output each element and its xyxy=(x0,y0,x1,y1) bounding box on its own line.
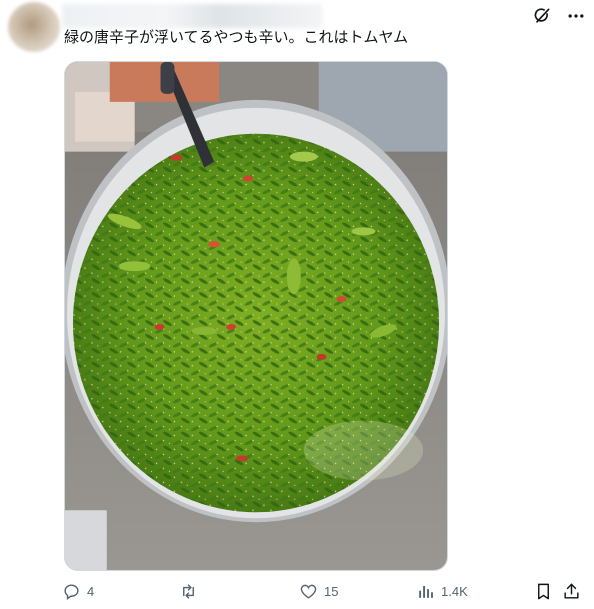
author-name-blurred[interactable] xyxy=(62,4,322,28)
like-button[interactable]: 15 xyxy=(299,582,338,601)
author-avatar[interactable] xyxy=(8,2,60,52)
bookmark-button[interactable] xyxy=(534,582,553,601)
reply-icon xyxy=(64,584,79,601)
post-action-bar: 4 15 1.4K xyxy=(62,582,584,608)
share-button[interactable] xyxy=(562,582,581,601)
share-icon xyxy=(564,583,579,599)
views-button[interactable]: 1.4K xyxy=(416,582,468,601)
post-image[interactable] xyxy=(64,61,448,571)
post-top-actions xyxy=(532,6,586,26)
grok-icon[interactable] xyxy=(532,6,552,26)
retweet-icon xyxy=(183,584,194,599)
bookmark-icon xyxy=(538,583,549,600)
post-text: 緑の唐辛子が浮いてるやつも辛い。これはトムヤム xyxy=(64,28,409,46)
retweet-button[interactable] xyxy=(179,582,204,601)
reply-button[interactable]: 4 xyxy=(62,582,94,601)
like-icon xyxy=(300,584,317,599)
more-options-icon[interactable] xyxy=(566,6,586,26)
reply-count: 4 xyxy=(87,584,95,599)
views-icon xyxy=(419,585,433,598)
view-count: 1.4K xyxy=(441,584,468,599)
like-count: 15 xyxy=(324,584,339,599)
